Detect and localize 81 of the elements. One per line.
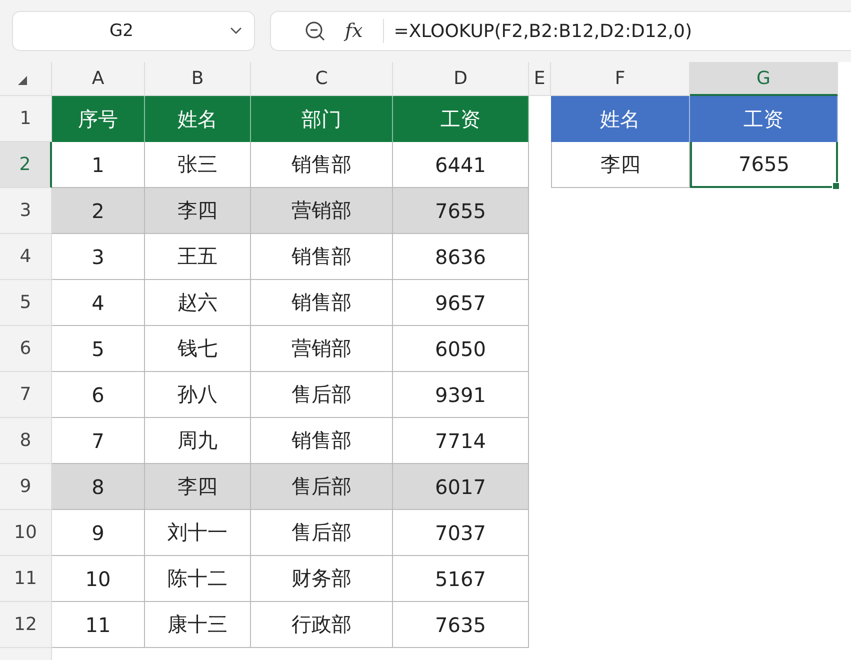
row-header[interactable]: 9 — [0, 464, 52, 510]
column-header[interactable]: A — [52, 62, 145, 96]
function-icon[interactable]: fx — [345, 20, 363, 42]
table-cell: 7714 — [393, 418, 529, 464]
table-cell: 营销部 — [251, 188, 393, 234]
triangle-icon — [18, 76, 27, 85]
table-cell: 李四 — [145, 188, 251, 234]
row-header[interactable]: 3 — [0, 188, 52, 234]
table-cell: 张三 — [145, 142, 251, 188]
table-cell: 10 — [52, 556, 145, 602]
table-cell: 5167 — [393, 556, 529, 602]
table-cell: 财务部 — [251, 556, 393, 602]
table-cell: 6 — [52, 372, 145, 418]
table-cell: 陈十二 — [145, 556, 251, 602]
table-cell: 李四 — [145, 464, 251, 510]
row-header[interactable]: 2 — [0, 142, 52, 188]
table-cell: 孙八 — [145, 372, 251, 418]
table-cell: 4 — [52, 280, 145, 326]
row-header[interactable]: 10 — [0, 510, 52, 556]
header-cell: 姓名 — [145, 96, 251, 142]
header-cell: 姓名 — [551, 96, 690, 142]
table-cell: 6441 — [393, 142, 529, 188]
row-header[interactable]: 1 — [0, 96, 52, 142]
table-cell: 销售部 — [251, 280, 393, 326]
cell-reference: G2 — [108, 21, 134, 41]
table-cell: 7635 — [393, 602, 529, 648]
table-cell: 7037 — [393, 510, 529, 556]
column-header[interactable]: E — [529, 62, 551, 96]
table-cell: 康十三 — [145, 602, 251, 648]
header-cell: 工资 — [393, 96, 529, 142]
table-cell: 行政部 — [251, 602, 393, 648]
row-header[interactable]: 11 — [0, 556, 52, 602]
table-cell: 售后部 — [251, 372, 393, 418]
table-cell: 周九 — [145, 418, 251, 464]
table-cell: 6017 — [393, 464, 529, 510]
column-header[interactable]: F — [551, 62, 690, 96]
name-box[interactable]: G2 — [12, 11, 255, 51]
table-cell: 售后部 — [251, 464, 393, 510]
table-cell: 7 — [52, 418, 145, 464]
table-cell: 钱七 — [145, 326, 251, 372]
table-cell: 11 — [52, 602, 145, 648]
zoom-out-icon[interactable] — [305, 21, 325, 41]
table-cell: 9 — [52, 510, 145, 556]
table-cell: 6050 — [393, 326, 529, 372]
table-cell: 刘十一 — [145, 510, 251, 556]
row-header[interactable]: 12 — [0, 602, 52, 648]
table-cell: 王五 — [145, 234, 251, 280]
table-cell: 3 — [52, 234, 145, 280]
table-cell: 9657 — [393, 280, 529, 326]
table-cell: 7655 — [690, 142, 838, 188]
row-header[interactable]: 7 — [0, 372, 52, 418]
table-cell: 销售部 — [251, 234, 393, 280]
table-cell: 5 — [52, 326, 145, 372]
table-cell: 销售部 — [251, 142, 393, 188]
header-cell: 序号 — [52, 96, 145, 142]
table-cell: 7655 — [393, 188, 529, 234]
table-cell: 2 — [52, 188, 145, 234]
table-cell: 销售部 — [251, 418, 393, 464]
table-cell: 9391 — [393, 372, 529, 418]
formula-text: =XLOOKUP(F2,B2:B12,D2:D12,0) — [394, 20, 692, 42]
column-header[interactable]: C — [251, 62, 393, 96]
table-cell: 8636 — [393, 234, 529, 280]
table-cell: 李四 — [551, 142, 690, 188]
table-cell: 营销部 — [251, 326, 393, 372]
fill-handle[interactable] — [832, 182, 840, 190]
header-cell: 工资 — [690, 96, 838, 142]
row-header[interactable]: 6 — [0, 326, 52, 372]
row-header[interactable]: 4 — [0, 234, 52, 280]
header-cell: 部门 — [251, 96, 393, 142]
column-header[interactable]: D — [393, 62, 529, 96]
select-all-corner[interactable] — [0, 62, 52, 96]
table-cell: 8 — [52, 464, 145, 510]
row-header[interactable]: 8 — [0, 418, 52, 464]
chevron-down-icon[interactable] — [230, 27, 242, 35]
table-cell: 1 — [52, 142, 145, 188]
row-header[interactable]: 5 — [0, 280, 52, 326]
table-cell: 售后部 — [251, 510, 393, 556]
column-header[interactable]: G — [690, 62, 838, 96]
column-header[interactable]: B — [145, 62, 251, 96]
formula-bar[interactable]: fx =XLOOKUP(F2,B2:B12,D2:D12,0) — [270, 11, 851, 51]
table-cell: 赵六 — [145, 280, 251, 326]
